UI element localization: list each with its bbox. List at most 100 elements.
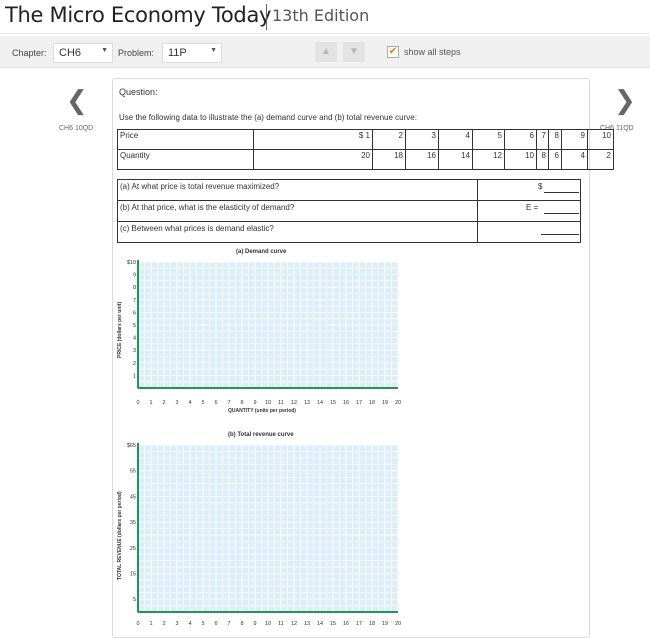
price-cell: 7 — [536, 129, 549, 150]
price-cell: 2 — [372, 129, 406, 150]
x-tick-label: 2 — [162, 400, 165, 406]
y-tick-label: 7 — [133, 298, 136, 304]
part-a-answer-prefix: $ — [538, 182, 543, 191]
table-row-price: Price $ 1 2 3 4 5 6 7 8 9 10 — [117, 129, 614, 150]
y-tick-label: 5 — [133, 597, 136, 603]
question-prompt: Use the following data to illustrate the… — [119, 113, 417, 122]
quantity-cell: 20 — [253, 149, 373, 170]
x-tick-label: 3 — [175, 400, 178, 406]
price-label: Price — [117, 129, 254, 150]
x-tick-label: 1 — [149, 621, 152, 627]
y-tick-label: $10 — [127, 260, 136, 266]
x-tick-label: 13 — [304, 621, 310, 627]
price-cell: 5 — [472, 129, 505, 150]
x-tick-label: 5 — [201, 400, 204, 406]
chevron-down-icon: ▼ — [210, 47, 217, 54]
x-tick-label: 7 — [227, 621, 230, 627]
quantity-cell: 14 — [438, 149, 473, 170]
y-tick-label: 35 — [130, 520, 136, 526]
quantity-cell: 10 — [504, 149, 537, 170]
show-all-steps-checkbox[interactable]: ✔ — [387, 46, 399, 58]
chart-grid — [137, 444, 399, 613]
part-c-question: (c) Between what prices is demand elasti… — [117, 221, 478, 243]
x-tick-label: 17 — [356, 400, 362, 406]
price-cell: 6 — [504, 129, 537, 150]
y-tick-label: 25 — [130, 546, 136, 552]
x-tick-label: 10 — [265, 621, 271, 627]
quantity-cell: 4 — [561, 149, 588, 170]
y-tick-label: 15 — [130, 571, 136, 577]
book-header: The Micro Economy Today 13th Edition — [0, 0, 650, 34]
chevron-down-icon: ▼ — [101, 47, 108, 54]
previous-problem-button[interactable]: ▲ — [315, 42, 337, 62]
price-cell: 10 — [587, 129, 614, 150]
y-tick-label: 6 — [133, 310, 136, 316]
answer-table: (a) At what price is total revenue maxim… — [117, 179, 581, 243]
x-tick-label: 16 — [343, 400, 349, 406]
chapter-label: Chapter: — [12, 48, 47, 58]
part-c-answer-cell — [477, 221, 581, 243]
checkmark-icon: ✔ — [388, 46, 398, 57]
previous-question-arrow-icon[interactable]: ❮ — [66, 86, 88, 116]
x-tick-label: 16 — [343, 621, 349, 627]
y-tick-label: 8 — [133, 285, 136, 291]
chapter-select[interactable]: CH6 ▼ — [53, 43, 113, 63]
demand-chart[interactable]: 0 1 2 3 4 5 6 7 8 9 10 11 12 13 14 15 16 17 18 19 20$1098765… — [110, 255, 410, 410]
x-tick-label: 6 — [214, 400, 217, 406]
price-cell: 8 — [548, 129, 562, 150]
x-tick-label: 12 — [291, 621, 297, 627]
part-b-answer-prefix: E = — [526, 203, 539, 212]
y-tick-label: 45 — [130, 494, 136, 500]
part-a-answer-cell: $ — [477, 179, 581, 201]
previous-question-link[interactable]: CH6 10QD — [59, 125, 93, 132]
x-tick-label: 4 — [188, 621, 191, 627]
part-a-question: (a) At what price is total revenue maxim… — [117, 179, 478, 201]
y-tick-label: 3 — [133, 348, 136, 354]
price-cell: 9 — [561, 129, 588, 150]
x-tick-label: 0 — [136, 400, 139, 406]
x-tick-label: 13 — [304, 400, 310, 406]
book-title: The Micro Economy Today — [5, 3, 272, 27]
x-tick-label: 3 — [175, 621, 178, 627]
x-tick-label: 15 — [330, 621, 336, 627]
x-tick-label: 6 — [214, 621, 217, 627]
revenue-chart[interactable]: 0 1 2 3 4 5 6 7 8 9 10 11 12 13 14 15 16 17 18 19 20$6555453… — [110, 438, 410, 630]
chart-grid — [137, 261, 399, 389]
x-tick-label: 9 — [253, 621, 256, 627]
x-tick-label: 17 — [356, 621, 362, 627]
price-cell: 4 — [438, 129, 473, 150]
x-tick-label: 8 — [240, 621, 243, 627]
y-tick-label: 2 — [133, 361, 136, 367]
x-tick-label: 4 — [188, 400, 191, 406]
price-cell: $ 1 — [253, 129, 373, 150]
problem-select[interactable]: 11P ▼ — [162, 43, 222, 63]
table-row: (b) At that price, what is the elasticit… — [117, 200, 581, 222]
part-b-answer-input[interactable] — [544, 213, 579, 214]
x-tick-label: 11 — [278, 400, 284, 406]
x-tick-label: 20 — [395, 400, 401, 406]
table-row-quantity: Quantity 20 18 16 14 12 10 8 6 4 2 — [117, 149, 614, 170]
x-tick-label: 8 — [240, 400, 243, 406]
price-cell: 3 — [405, 129, 439, 150]
quantity-label: Quantity — [117, 149, 254, 170]
x-tick-label: 14 — [317, 400, 323, 406]
quantity-cell: 16 — [405, 149, 439, 170]
part-a-answer-input[interactable] — [544, 192, 579, 193]
problem-label: Problem: — [118, 48, 155, 58]
quantity-cell: 2 — [587, 149, 614, 170]
x-tick-label: 19 — [382, 621, 388, 627]
quantity-cell: 8 — [536, 149, 549, 170]
chapter-value: CH6 — [59, 47, 82, 59]
quantity-cell: 6 — [548, 149, 562, 170]
y-tick-label: 4 — [133, 336, 136, 342]
next-problem-button[interactable]: ▼ — [343, 42, 365, 62]
x-tick-label: 9 — [253, 400, 256, 406]
next-question-arrow-icon[interactable]: ❯ — [614, 86, 636, 116]
x-tick-label: 0 — [136, 621, 139, 627]
table-row: (c) Between what prices is demand elasti… — [117, 221, 581, 243]
book-edition: 13th Edition — [272, 6, 370, 25]
x-tick-label: 14 — [317, 621, 323, 627]
x-tick-label: 15 — [330, 400, 336, 406]
part-c-answer-input[interactable] — [541, 234, 579, 235]
question-heading: Question: — [119, 87, 158, 97]
